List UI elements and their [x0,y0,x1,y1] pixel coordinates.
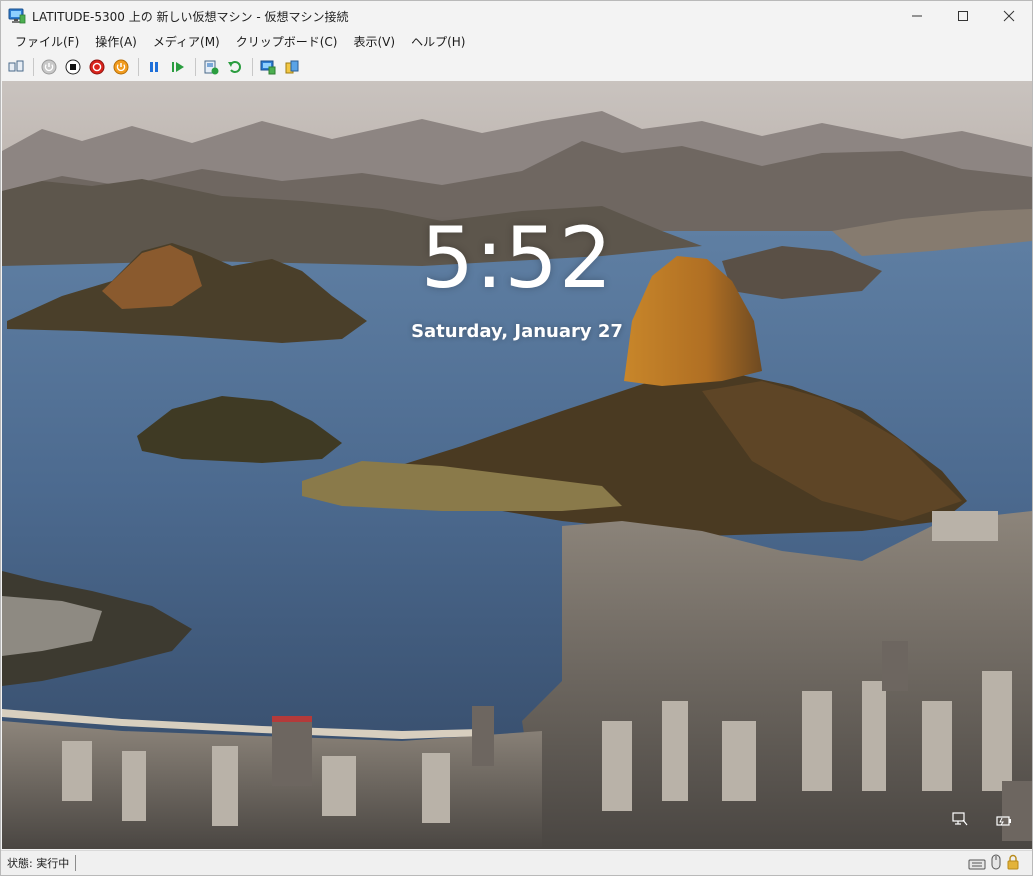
turn-off-icon [65,59,81,75]
status-bar: 状態: 実行中 [1,850,1032,875]
close-icon [1003,10,1015,22]
menu-view[interactable]: 表示(V) [347,32,403,52]
shutdown-icon [89,59,105,75]
enhanced-session-button[interactable] [257,56,279,78]
keyboard-icon [968,855,986,874]
save-button[interactable] [110,56,132,78]
vm-connection-app-icon [8,8,26,24]
toolbar-separator [138,58,139,76]
resume-icon [172,62,184,72]
menu-media[interactable]: メディア(M) [146,32,227,52]
toolbar-separator [252,58,253,76]
mouse-icon [990,854,1002,874]
share-icon [285,60,299,74]
checkpoint-button[interactable] [200,56,222,78]
toolbar-separator [195,58,196,76]
vm-display[interactable]: 5:52 Saturday, January 27 [2,81,1032,849]
toolbar [1,54,1032,80]
menu-bar: ファイル(F) 操作(A) メディア(M) クリップボード(C) 表示(V) ヘ… [1,31,1032,53]
save-icon [113,59,129,75]
maximize-icon [958,11,968,21]
resume-button[interactable] [167,56,189,78]
toolbar-separator [33,58,34,76]
title-bar[interactable]: LATITUDE-5300 上の 新しい仮想マシン - 仮想マシン接続 [1,1,1032,31]
pause-button[interactable] [143,56,165,78]
lockscreen-time: 5:52 [420,209,614,307]
lock-icon [1006,854,1020,874]
menu-clipboard[interactable]: クリップボード(C) [229,32,345,52]
checkpoint-icon [204,60,219,75]
ctrl-alt-del-icon [8,60,24,72]
network-icon[interactable] [952,811,968,830]
start-icon [41,59,57,75]
window-title: LATITUDE-5300 上の 新しい仮想マシン - 仮想マシン接続 [32,9,349,24]
lockscreen-wallpaper [2,81,1032,849]
start-button[interactable] [38,56,60,78]
pause-icon [150,62,158,72]
shutdown-button[interactable] [86,56,108,78]
revert-button[interactable] [224,56,246,78]
menu-help[interactable]: ヘルプ(H) [404,32,472,52]
minimize-button[interactable] [894,1,940,31]
menu-action[interactable]: 操作(A) [88,32,144,52]
maximize-button[interactable] [940,1,986,31]
enhanced-session-icon [260,60,276,75]
ctrl-alt-del-button[interactable] [5,56,27,78]
revert-icon [228,61,241,73]
share-button[interactable] [281,56,303,78]
minimize-icon [912,15,922,17]
turn-off-button[interactable] [62,56,84,78]
close-button[interactable] [986,1,1032,31]
lockscreen-date: Saturday, January 27 [411,321,623,342]
vm-connection-window: LATITUDE-5300 上の 新しい仮想マシン - 仮想マシン接続 ファイル… [0,0,1033,876]
status-text: 状態: 実行中 [7,855,77,871]
battery-icon[interactable] [996,811,1012,830]
lockscreen-status-icons [952,811,1012,830]
menu-file[interactable]: ファイル(F) [8,32,86,52]
